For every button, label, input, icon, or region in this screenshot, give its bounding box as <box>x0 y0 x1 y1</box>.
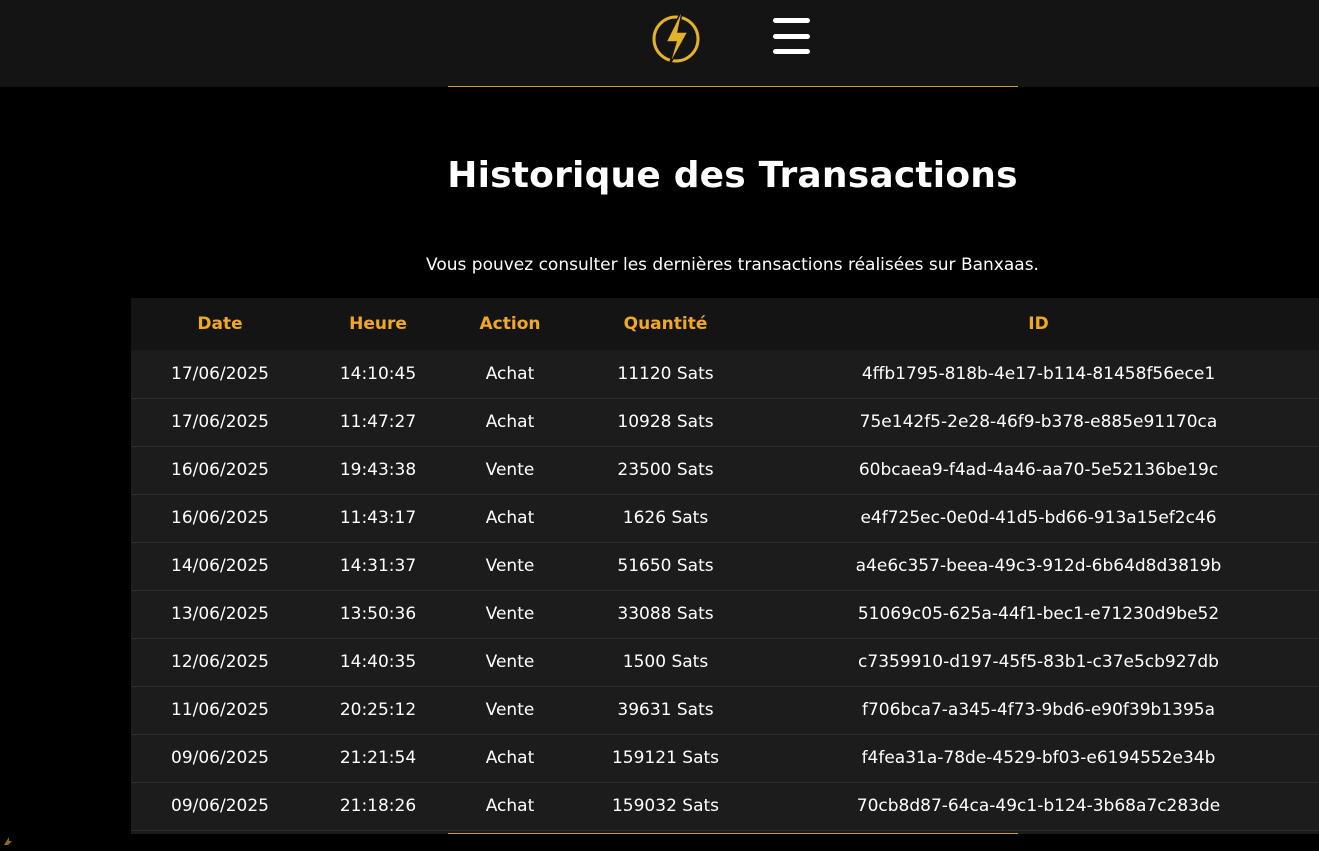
cell-action: Vente <box>485 556 535 576</box>
table-header-row: Date Heure Action Quantité ID <box>131 298 1319 350</box>
cell-heure: 21:18:26 <box>339 796 417 816</box>
cell-date: 09/06/2025 <box>171 796 269 816</box>
table-row: 17/06/2025 14:10:45 Achat 11120 Sats 4ff… <box>131 350 1319 398</box>
column-header-action: Action <box>479 314 541 334</box>
cell-date: 17/06/2025 <box>171 363 269 384</box>
lightning-coin-icon <box>0 832 20 847</box>
cell-date: 17/06/2025 <box>171 412 269 432</box>
cell-action: Vente <box>485 460 535 480</box>
table-row: 09/06/2025 21:21:54 Achat 159121 Sats f4… <box>131 734 1319 782</box>
cell-quantite: 39631 Sats <box>617 700 714 720</box>
hamburger-menu-icon[interactable] <box>770 18 812 56</box>
cell-id: 70cb8d87-64ca-49c1-b124-3b68a7c283de <box>856 796 1221 816</box>
cell-heure: 21:21:54 <box>339 748 417 768</box>
cell-id: e4f725ec-0e0d-41d5-bd66-913a15ef2c46 <box>860 508 1217 528</box>
column-header-quantite: Quantité <box>623 314 708 334</box>
table-row: 16/06/2025 19:43:38 Vente 23500 Sats 60b… <box>131 446 1319 494</box>
menu-bar <box>773 18 810 23</box>
cell-quantite: 1626 Sats <box>622 508 709 528</box>
cell-quantite: 159032 Sats <box>611 796 720 816</box>
footer-divider <box>448 833 1018 834</box>
menu-bar <box>773 49 810 54</box>
table-row: 09/06/2025 21:18:26 Achat 159032 Sats 70… <box>131 782 1319 830</box>
cell-action: Vente <box>485 700 535 720</box>
cell-action: Vente <box>485 652 535 672</box>
cell-id: 75e142f5-2e28-46f9-b378-e885e91170ca <box>859 412 1218 432</box>
table-row: 12/06/2025 14:40:35 Vente 1500 Sats c735… <box>131 638 1319 686</box>
cell-heure: 20:25:12 <box>339 700 417 720</box>
cell-id: 4ffb1795-818b-4e17-b114-81458f56ece1 <box>861 363 1216 384</box>
cell-action: Achat <box>485 748 535 768</box>
column-header-date: Date <box>197 314 243 334</box>
page-subtitle: Vous pouvez consulter les dernières tran… <box>426 255 1039 275</box>
header-divider <box>448 86 1018 87</box>
cell-heure: 19:43:38 <box>339 460 417 480</box>
cell-date: 12/06/2025 <box>171 652 269 672</box>
lightning-coin-icon[interactable] <box>650 6 702 67</box>
transactions-table-container: Date Heure Action Quantité ID 17/06/2025… <box>131 298 1319 834</box>
cell-date: 11/06/2025 <box>171 700 269 720</box>
cell-heure: 11:47:27 <box>339 412 417 432</box>
table-row: 17/06/2025 11:47:27 Achat 10928 Sats 75e… <box>131 398 1319 446</box>
cell-id: c7359910-d197-45f5-83b1-c37e5cb927db <box>858 652 1219 672</box>
cell-id: a4e6c357-beea-49c3-912d-6b64d8d3819b <box>855 556 1222 576</box>
cell-quantite: 159121 Sats <box>611 748 720 768</box>
cell-action: Achat <box>485 796 535 816</box>
cell-id: 51069c05-625a-44f1-bec1-e71230d9be52 <box>857 604 1220 624</box>
cell-date: 13/06/2025 <box>171 604 269 624</box>
cell-date: 16/06/2025 <box>171 460 269 480</box>
transactions-table: Date Heure Action Quantité ID 17/06/2025… <box>131 298 1319 831</box>
table-row: 13/06/2025 13:50:36 Vente 33088 Sats 510… <box>131 590 1319 638</box>
cell-date: 09/06/2025 <box>171 748 269 768</box>
cell-heure: 11:43:17 <box>339 508 417 528</box>
cell-action: Achat <box>485 412 535 432</box>
cell-date: 14/06/2025 <box>171 556 269 576</box>
cell-quantite: 11120 Sats <box>617 363 714 384</box>
cell-quantite: 10928 Sats <box>617 412 714 432</box>
cell-id: f706bca7-a345-4f73-9bd6-e90f39b1395a <box>861 700 1216 720</box>
column-header-heure: Heure <box>349 314 407 334</box>
cell-action: Vente <box>485 604 535 624</box>
page-title: Historique des Transactions <box>447 155 1018 196</box>
cell-id: f4fea31a-78de-4529-bf03-e6194552e34b <box>861 748 1216 768</box>
table-row: 14/06/2025 14:31:37 Vente 51650 Sats a4e… <box>131 542 1319 590</box>
cell-quantite: 23500 Sats <box>617 460 714 480</box>
cell-heure: 14:10:45 <box>339 363 417 384</box>
column-header-id: ID <box>1028 314 1049 334</box>
cell-action: Achat <box>485 363 535 384</box>
cell-quantite: 1500 Sats <box>622 652 709 672</box>
top-navbar <box>0 0 1319 87</box>
cell-date: 16/06/2025 <box>171 508 269 528</box>
menu-bar <box>773 34 810 39</box>
cell-heure: 13:50:36 <box>339 604 417 624</box>
table-row: 11/06/2025 20:25:12 Vente 39631 Sats f70… <box>131 686 1319 734</box>
table-row: 16/06/2025 11:43:17 Achat 1626 Sats e4f7… <box>131 494 1319 542</box>
cell-id: 60bcaea9-f4ad-4a46-aa70-5e52136be19c <box>858 460 1219 480</box>
cell-heure: 14:40:35 <box>339 652 417 672</box>
cell-action: Achat <box>485 508 535 528</box>
cell-heure: 14:31:37 <box>339 556 417 576</box>
cell-quantite: 51650 Sats <box>617 556 714 576</box>
cell-quantite: 33088 Sats <box>617 604 714 624</box>
